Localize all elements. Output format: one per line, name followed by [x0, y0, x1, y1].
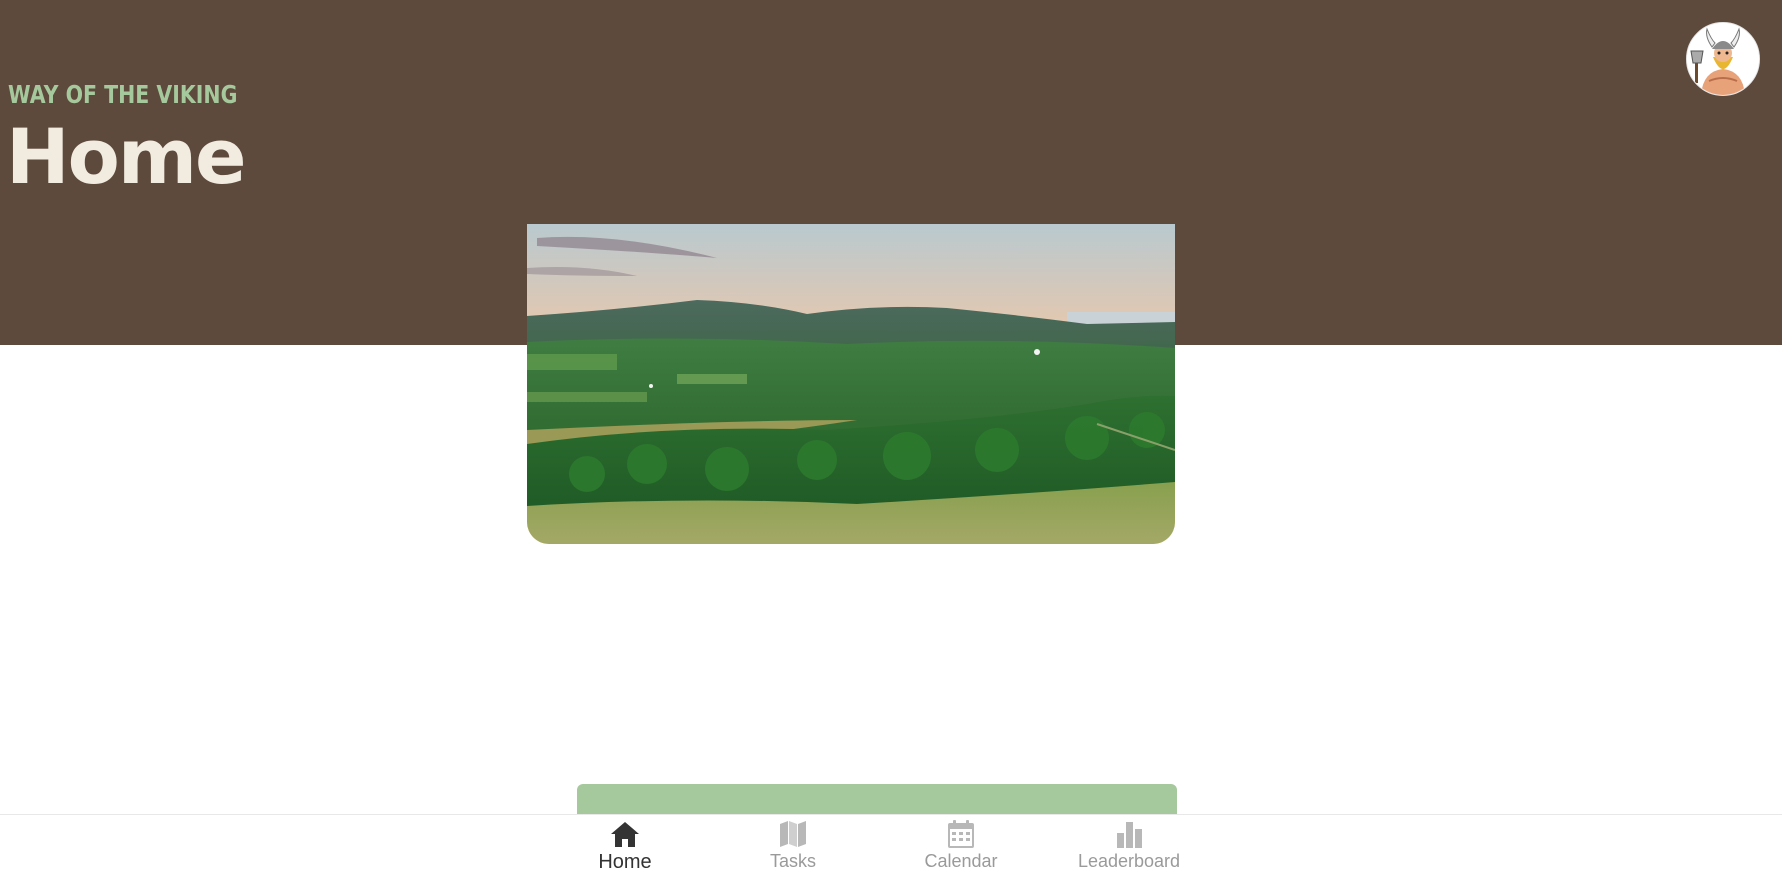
bottom-tab-bar: Home Tasks Calendar Leaderboard	[0, 814, 1782, 872]
bar-chart-icon	[1117, 822, 1142, 848]
tab-leaderboard[interactable]: Leaderboard	[1045, 815, 1213, 872]
map-icon	[780, 821, 806, 847]
brand-name: WAY OF THE VIKING	[8, 80, 238, 109]
app-root: WAY OF THE VIKING Home Home Tasks Calend…	[0, 0, 1782, 872]
hero-landscape-image	[527, 224, 1175, 544]
tab-home[interactable]: Home	[541, 815, 709, 872]
viking-avatar-icon[interactable]	[1686, 22, 1760, 96]
tab-label-calendar: Calendar	[924, 851, 998, 871]
tab-tasks[interactable]: Tasks	[709, 815, 877, 872]
landscape-illustration	[527, 224, 1175, 544]
tab-label-home: Home	[598, 851, 652, 872]
page-title: Home	[6, 112, 247, 201]
house-icon	[611, 822, 639, 847]
tab-label-leaderboard: Leaderboard	[1077, 851, 1181, 871]
viking-avatar-image	[1687, 23, 1759, 95]
calendar-icon	[948, 820, 974, 848]
tab-label-tasks: Tasks	[769, 851, 816, 871]
tab-calendar[interactable]: Calendar	[877, 815, 1045, 872]
